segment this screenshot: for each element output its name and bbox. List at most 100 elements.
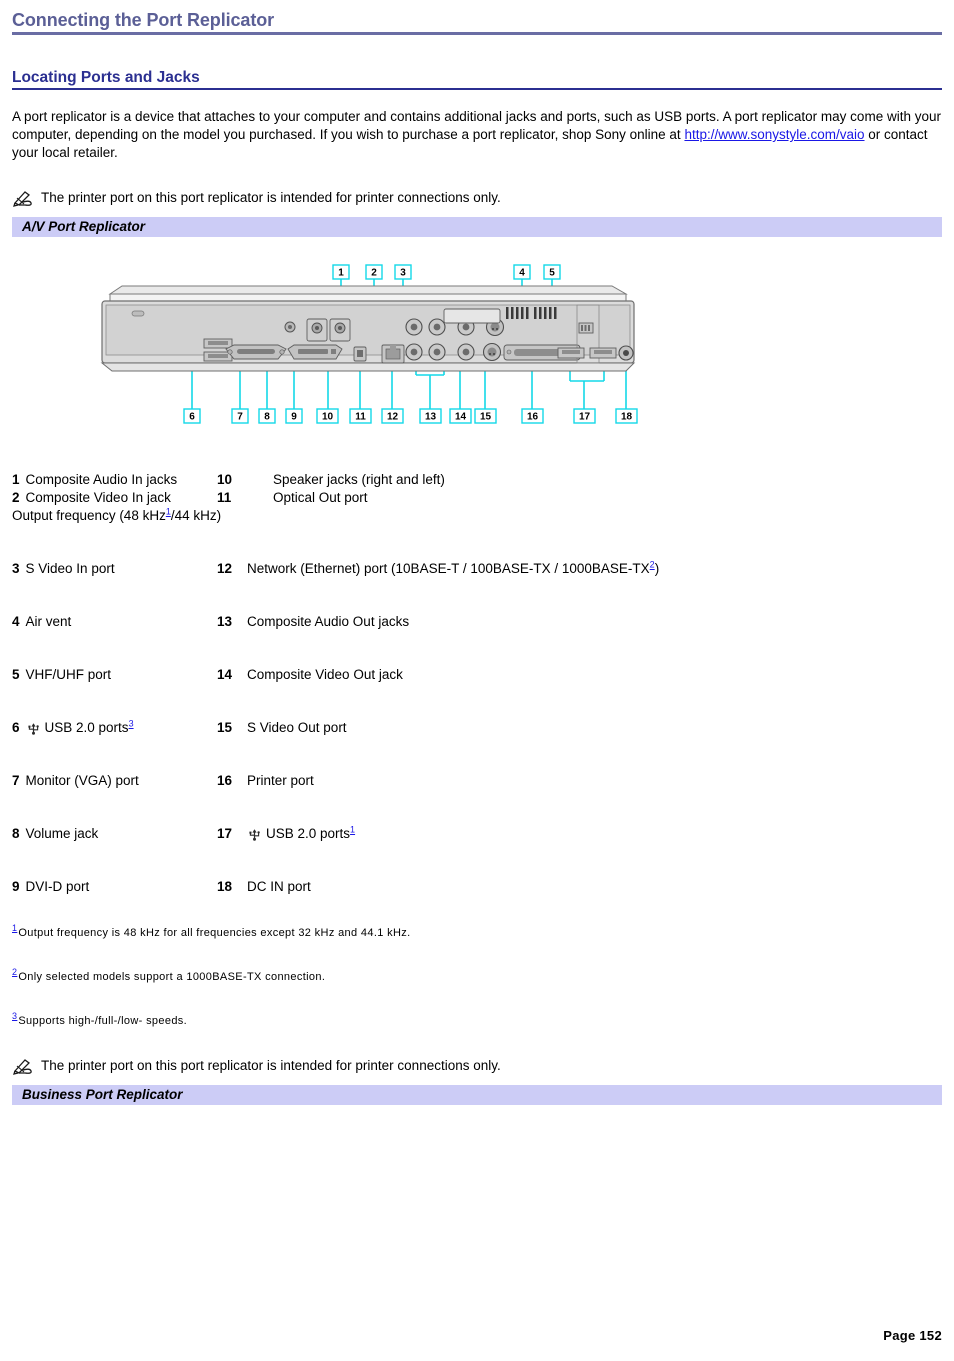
port-entry-17: 17 USB 2.0 ports1 [217, 825, 942, 843]
svg-text:7: 7 [237, 412, 243, 423]
port-entry-16: 16 Printer port [217, 772, 942, 790]
table-row: 9 DVI-D port 18 DC IN port [12, 878, 942, 896]
svg-text:5: 5 [549, 268, 555, 279]
port-label: Optical Out port [273, 490, 368, 505]
section-divider [12, 88, 942, 90]
port-label: Composite Audio In jacks [25, 472, 178, 487]
port-row-group-2: 2 Composite Video In jack 11 Optical Out… [12, 489, 942, 525]
sonystyle-link[interactable]: http://www.sonystyle.com/vaio [684, 127, 864, 142]
svg-text:14: 14 [455, 412, 467, 423]
port-number: 11 [217, 490, 232, 505]
footnotes: 1Output frequency is 48 kHz for all freq… [12, 923, 942, 1029]
port-label: S Video Out port [247, 720, 347, 735]
svg-text:6: 6 [189, 412, 195, 423]
port-number: 13 [217, 614, 233, 629]
output-frequency-text-after: /44 kHz) [170, 508, 222, 523]
port-label: USB 2.0 ports1 [247, 825, 942, 843]
section-heading: Locating Ports and Jacks [12, 69, 200, 86]
band-business-port-replicator: Business Port Replicator [12, 1085, 942, 1105]
svg-text:3: 3 [400, 268, 406, 279]
port-entry-1: 1 Composite Audio In jacks [12, 471, 217, 489]
table-row: 4 Air vent 13 Composite Audio Out jacks [12, 613, 942, 631]
output-frequency-text: Output frequency (48 kHz [12, 508, 166, 523]
intro-paragraph: A port replicator is a device that attac… [12, 108, 942, 162]
note-top: The printer port on this port replicator… [12, 189, 942, 207]
output-frequency-note: Output frequency (48 kHz1/44 kHz) [12, 507, 942, 525]
usb-icon [247, 826, 262, 841]
port-number: 9 [12, 879, 20, 894]
port-entry-4: 4 Air vent [12, 613, 217, 631]
svg-text:8: 8 [264, 412, 270, 423]
port-label: Volume jack [25, 826, 99, 841]
port-entry-8: 8 Volume jack [12, 825, 217, 843]
port-label: Network (Ethernet) port (10BASE-T / 100B… [247, 560, 942, 578]
port-number: 8 [12, 826, 20, 841]
svg-text:11: 11 [355, 412, 366, 423]
svg-text:2: 2 [371, 268, 377, 279]
table-row: 5 VHF/UHF port 14 Composite Video Out ja… [12, 666, 942, 684]
port-number: 10 [217, 472, 233, 487]
footnote-3: 3Supports high-/full-/low- speeds. [12, 1011, 942, 1029]
port-label-text: USB 2.0 ports [44, 720, 129, 735]
note-bottom-text: The printer port on this port replicator… [41, 1058, 501, 1073]
footnote-marker[interactable]: 3 [129, 719, 134, 729]
table-row: 8 Volume jack 17 USB 2.0 ports1 [12, 825, 942, 843]
svg-text:12: 12 [387, 412, 399, 423]
port-label: Printer port [247, 773, 314, 788]
port-entry-5: 5 VHF/UHF port [12, 666, 217, 684]
table-row: 3 S Video In port 12 Network (Ethernet) … [12, 560, 942, 578]
usb-icon [26, 720, 41, 735]
port-number: 15 [217, 720, 233, 735]
footnote-marker[interactable]: 1 [350, 825, 355, 835]
port-entry-18: 18 DC IN port [217, 878, 942, 896]
port-number: 4 [12, 614, 20, 629]
svg-text:16: 16 [527, 412, 539, 423]
note-bottom: The printer port on this port replicator… [12, 1057, 942, 1075]
port-label-text-after: ) [654, 561, 660, 576]
port-entry-6: 6 USB 2.0 ports3 [12, 719, 217, 737]
footnote-1: 1Output frequency is 48 kHz for all freq… [12, 923, 942, 941]
svg-text:4: 4 [519, 268, 525, 279]
port-entry-12: 12 Network (Ethernet) port (10BASE-T / 1… [217, 560, 942, 578]
footnote-number[interactable]: 3 [12, 1011, 17, 1021]
footnote-text: Output frequency is 48 kHz for all frequ… [18, 927, 411, 939]
port-number: 16 [217, 773, 233, 788]
port-entry-14: 14 Composite Video Out jack [217, 666, 942, 684]
table-row: 1 Composite Audio In jacks 10 Speaker ja… [12, 471, 942, 489]
note-top-text: The printer port on this port replicator… [41, 190, 501, 205]
band-av-port-replicator: A/V Port Replicator [12, 217, 942, 237]
footnote-text: Only selected models support a 1000BASE-… [18, 971, 326, 983]
page-title: Connecting the Port Replicator [12, 10, 275, 30]
port-number: 1 [12, 472, 20, 487]
port-label: Speaker jacks (right and left) [273, 472, 445, 487]
port-entry-9: 9 DVI-D port [12, 878, 217, 896]
footnote-number[interactable]: 1 [12, 923, 17, 933]
svg-text:18: 18 [621, 412, 633, 423]
svg-text:17: 17 [579, 412, 591, 423]
document-page: Connecting the Port Replicator Locating … [0, 10, 954, 1361]
port-label: DC IN port [247, 879, 311, 894]
svg-text:9: 9 [291, 412, 297, 423]
note-pencil-icon [12, 1058, 34, 1075]
footnote-number[interactable]: 2 [12, 967, 17, 977]
port-entry-3: 3 S Video In port [12, 560, 217, 578]
port-label: DVI-D port [25, 879, 90, 894]
table-row: 2 Composite Video In jack 11 Optical Out… [12, 489, 942, 507]
title-divider [12, 32, 942, 35]
port-entry-2: 2 Composite Video In jack [12, 489, 217, 507]
port-number: 5 [12, 667, 20, 682]
svg-text:15: 15 [480, 412, 492, 423]
port-number: 3 [12, 561, 20, 576]
port-list: 1 Composite Audio In jacks 10 Speaker ja… [12, 471, 942, 896]
port-entry-15: 15 S Video Out port [217, 719, 942, 737]
port-entry-10: 10 Speaker jacks (right and left) [217, 471, 942, 489]
port-label: VHF/UHF port [25, 667, 112, 682]
port-label-text: USB 2.0 ports [266, 826, 351, 841]
port-number: 12 [217, 561, 233, 576]
port-number: 14 [217, 667, 233, 682]
port-label: Monitor (VGA) port [25, 773, 139, 788]
port-row-group-1: 1 Composite Audio In jacks 10 Speaker ja… [12, 471, 942, 489]
port-label-text: Network (Ethernet) port (10BASE-T / 100B… [247, 561, 650, 576]
footnote-2: 2Only selected models support a 1000BASE… [12, 967, 942, 985]
port-label: S Video In port [25, 561, 115, 576]
